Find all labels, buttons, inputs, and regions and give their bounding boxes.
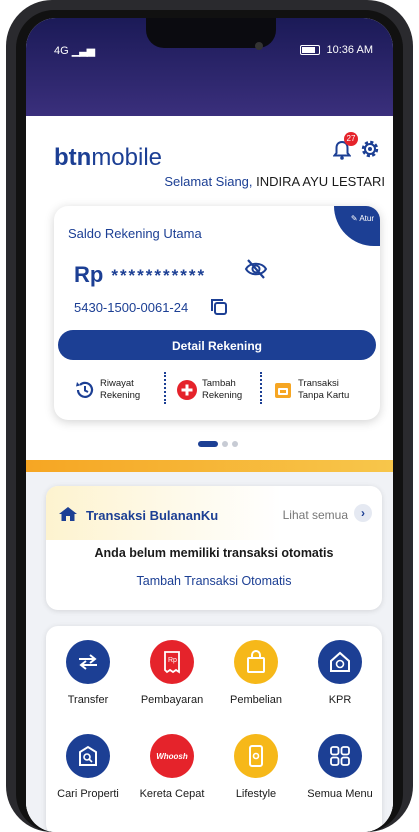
- shopping-bag-icon: [234, 640, 278, 684]
- carousel-dot[interactable]: [198, 441, 218, 447]
- property-search-icon: [66, 734, 110, 778]
- logo-mobile: mobile: [91, 144, 163, 171]
- greeting-text: Selamat Siang,: [164, 174, 253, 189]
- whoosh-logo: Whoosh: [156, 751, 188, 761]
- lihat-semua-link[interactable]: Lihat semua: [283, 508, 348, 522]
- qa-transaksi-line1: Transaksi: [298, 378, 339, 389]
- copy-icon: [211, 299, 227, 315]
- quick-action-riwayat[interactable]: Riwayat Rekening: [74, 372, 140, 408]
- qa-transaksi-line2: Tanpa Kartu: [298, 390, 350, 401]
- qa-tambah-line2: Rekening: [202, 390, 243, 401]
- phone-frame: 4G ▁▃▅ 10:36 AM btnmobile 27 Selamat Sia…: [6, 0, 413, 832]
- lifestyle-phone-icon: [234, 734, 278, 778]
- copy-button[interactable]: [210, 298, 228, 321]
- menu-item-semua-menu[interactable]: Semua Menu: [298, 734, 382, 800]
- menu-item-kereta-cepat[interactable]: Whoosh Kereta Cepat: [130, 734, 214, 800]
- notification-button[interactable]: 27: [332, 132, 358, 165]
- transaksi-bulananku-card: Transaksi BulananKu Lihat semua › Anda b…: [46, 486, 382, 610]
- menu-item-pembelian[interactable]: Pembelian: [214, 640, 298, 706]
- home-icon: [59, 507, 77, 521]
- camera-icon: [255, 42, 263, 50]
- menu-label: Kereta Cepat: [139, 788, 205, 800]
- menu-label: Semua Menu: [307, 788, 373, 800]
- quick-action-transaksi[interactable]: Transaksi Tanpa Kartu: [272, 372, 349, 408]
- tambah-transaksi-link[interactable]: Tambah Transaksi Otomatis: [46, 574, 382, 588]
- accent-stripe: [26, 460, 393, 472]
- menu-label: Pembayaran: [140, 694, 204, 706]
- phone-bezel: 4G ▁▃▅ 10:36 AM btnmobile 27 Selamat Sia…: [16, 10, 403, 832]
- status-right: 10:36 AM: [300, 44, 373, 56]
- menu-item-transfer[interactable]: Transfer: [46, 640, 130, 706]
- train-icon: Whoosh: [150, 734, 194, 778]
- menu-label: Pembelian: [230, 694, 282, 706]
- account-card: ✎ Atur Saldo Rekening Utama Rp **********…: [54, 206, 380, 420]
- currency: Rp: [74, 262, 104, 287]
- divider: [260, 372, 262, 404]
- house-loan-icon: [318, 640, 362, 684]
- toggle-balance-button[interactable]: [244, 258, 268, 285]
- pencil-icon: ✎: [350, 214, 358, 223]
- history-icon: [76, 381, 94, 398]
- qa-riwayat-line2: Rekening: [100, 390, 141, 401]
- header: btnmobile 27 Selamat Siang, INDIRA AYU L…: [26, 116, 393, 202]
- menu-label: Cari Properti: [57, 788, 119, 800]
- plus-circle-icon: [177, 380, 197, 400]
- logo-btn: btn: [54, 144, 92, 171]
- qa-tambah-line1: Tambah: [202, 378, 236, 389]
- menu-label: KPR: [328, 694, 352, 706]
- menu-label: Transfer: [67, 694, 109, 706]
- payment-icon: Rp: [150, 640, 194, 684]
- masked-balance: ***********: [111, 266, 207, 286]
- chevron-right-icon[interactable]: ›: [354, 504, 372, 522]
- network-type: 4G: [54, 45, 69, 57]
- quick-action-tambah[interactable]: Tambah Rekening: [176, 372, 242, 408]
- clock: 10:36 AM: [326, 44, 373, 56]
- battery-icon: [300, 45, 321, 56]
- screen: 4G ▁▃▅ 10:36 AM btnmobile 27 Selamat Sia…: [26, 18, 393, 832]
- user-name: INDIRA AYU LESTARI: [256, 174, 385, 189]
- app-logo: btnmobile: [54, 144, 162, 172]
- greeting: Selamat Siang, INDIRA AYU LESTARI: [164, 174, 385, 189]
- account-number: 5430-1500-0061-24: [74, 300, 189, 315]
- notification-badge: 27: [344, 132, 358, 146]
- gear-icon: [361, 140, 379, 158]
- settings-button[interactable]: [359, 138, 381, 165]
- carousel-dot[interactable]: [222, 441, 228, 447]
- menu-item-cari-properti[interactable]: Cari Properti: [46, 734, 130, 800]
- cardless-icon: [275, 383, 291, 398]
- menu-item-kpr[interactable]: KPR: [298, 640, 382, 706]
- detail-rekening-button[interactable]: Detail Rekening: [58, 330, 376, 360]
- carousel-dot[interactable]: [232, 441, 238, 447]
- signal-icon: ▁▃▅: [71, 45, 95, 57]
- menu-item-pembayaran[interactable]: Rp Pembayaran: [130, 640, 214, 706]
- empty-state-text: Anda belum memiliki transaksi otomatis: [94, 546, 334, 560]
- balance: Rp ***********: [74, 262, 206, 288]
- signal-indicator: 4G ▁▃▅: [54, 44, 95, 57]
- transfer-icon: [66, 640, 110, 684]
- card-title: Saldo Rekening Utama: [68, 226, 202, 241]
- menu-label: Lifestyle: [235, 788, 277, 800]
- svg-text:Rp: Rp: [168, 657, 177, 664]
- atur-button[interactable]: ✎ Atur: [334, 206, 380, 246]
- menu-grid: Transfer Rp Pembayaran Pembelian KPR Car…: [46, 626, 382, 832]
- atur-label: Atur: [359, 214, 374, 223]
- grid-menu-icon: [318, 734, 362, 778]
- divider: [164, 372, 166, 404]
- transaksi-header: Transaksi BulananKu Lihat semua ›: [46, 486, 382, 540]
- app-content: btnmobile 27 Selamat Siang, INDIRA AYU L…: [26, 116, 393, 832]
- qa-riwayat-line1: Riwayat: [100, 378, 134, 389]
- eye-off-icon: [244, 259, 268, 279]
- transaksi-title: Transaksi BulananKu: [86, 508, 219, 523]
- status-bar: 4G ▁▃▅ 10:36 AM: [26, 18, 393, 116]
- menu-item-lifestyle[interactable]: Lifestyle: [214, 734, 298, 800]
- carousel-indicator[interactable]: [198, 434, 242, 452]
